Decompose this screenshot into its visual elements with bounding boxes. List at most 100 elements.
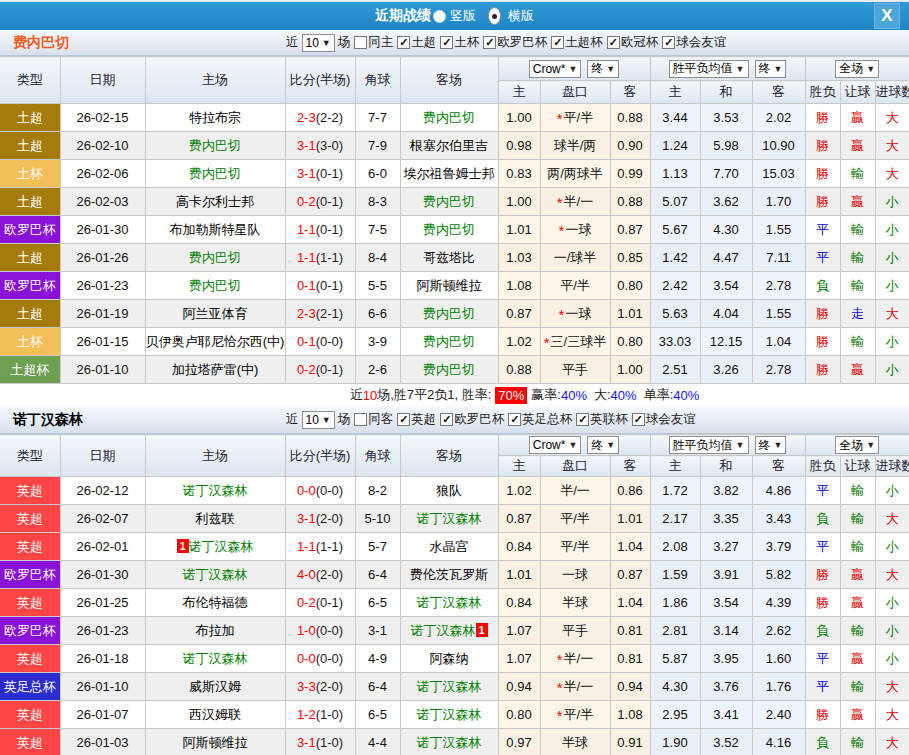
score-cell[interactable]: 3-3(2-0) <box>285 673 355 701</box>
score-cell[interactable]: 0-2(0-1) <box>285 188 355 216</box>
home-team-name[interactable]: 费内巴切 <box>189 166 241 181</box>
checkbox-same-venue[interactable] <box>354 413 367 426</box>
home-team-name[interactable]: 布伦特福德 <box>183 595 248 610</box>
checkbox-league-英联杯[interactable]: ✓ <box>576 413 589 426</box>
final-odds-select[interactable]: 终▼ <box>587 60 619 78</box>
away-team-name[interactable]: 费内巴切 <box>423 306 475 321</box>
away-team-name[interactable]: 诺丁汉森林 <box>417 707 482 722</box>
score-cell[interactable]: 4-0(2-0) <box>285 561 355 589</box>
score-cell[interactable]: 1-1(1-1) <box>285 244 355 272</box>
score-cell[interactable]: 3-1(0-1) <box>285 160 355 188</box>
corners-cell: 4-9 <box>355 645 400 673</box>
col-header-home: 主场 <box>145 57 285 104</box>
away-team-cell: 狼队 <box>400 477 498 505</box>
match-count-select[interactable]: 10▼ <box>302 34 335 52</box>
score-cell[interactable]: 2-3(2-2) <box>285 104 355 132</box>
away-team-name[interactable]: 阿斯顿维拉 <box>417 278 482 293</box>
score-cell[interactable]: 0-0(0-0) <box>285 645 355 673</box>
away-team-name[interactable]: 狼队 <box>436 483 462 498</box>
score-cell[interactable]: 1-1(0-1) <box>285 216 355 244</box>
checkbox-label: 同主 <box>368 34 393 51</box>
away-team-name[interactable]: 诺丁汉森林 <box>417 511 482 526</box>
score-cell[interactable]: 2-3(2-1) <box>285 300 355 328</box>
away-team-name[interactable]: 费内巴切 <box>423 362 475 377</box>
radio-icon[interactable] <box>433 10 446 23</box>
final-avg-select[interactable]: 终▼ <box>755 60 787 78</box>
score-cell[interactable]: 0-2(0-1) <box>285 356 355 384</box>
checkbox-same-venue[interactable] <box>354 36 367 49</box>
home-team-name[interactable]: 诺丁汉森林 <box>183 483 248 498</box>
away-team-name[interactable]: 水晶宫 <box>430 539 469 554</box>
home-team-name[interactable]: 费内巴切 <box>189 250 241 265</box>
home-team-name[interactable]: 利兹联 <box>196 511 235 526</box>
checkbox-league-欧罗巴杯[interactable]: ✓ <box>483 36 496 49</box>
score-cell[interactable]: 0-1(0-1) <box>285 272 355 300</box>
home-team-name[interactable]: 贝伊奥卢耶尼恰尔西(中) <box>146 334 285 349</box>
checkbox-league-土超[interactable]: ✓ <box>397 36 410 49</box>
avg-select[interactable]: 胜平负均值▼ <box>669 60 749 78</box>
fulltime-score: 1-2 <box>297 707 316 722</box>
home-team-name[interactable]: 威斯汉姆 <box>189 679 241 694</box>
home-team-name[interactable]: 诺丁汉森林 <box>183 651 248 666</box>
away-team-name[interactable]: 哥兹塔比 <box>423 250 475 265</box>
home-team-name[interactable]: 特拉布宗 <box>189 110 241 125</box>
score-cell[interactable]: 3-1(1-0) <box>285 729 355 755</box>
away-team-name[interactable]: 费内巴切 <box>423 334 475 349</box>
home-team-name[interactable]: 西汉姆联 <box>189 707 241 722</box>
away-team-name[interactable]: 根塞尔伯里吉 <box>410 138 488 153</box>
fullmatch-select[interactable]: 全场▼ <box>835 60 879 78</box>
score-cell[interactable]: 3-1(2-0) <box>285 505 355 533</box>
away-team-name[interactable]: 诺丁汉森林 <box>417 679 482 694</box>
checkbox-league-欧罗巴杯[interactable]: ✓ <box>440 413 453 426</box>
away-team-name[interactable]: 费伦茨瓦罗斯 <box>410 567 488 582</box>
score-cell[interactable]: 1-0(0-0) <box>285 617 355 645</box>
avg-select[interactable]: 胜平负均值▼ <box>669 436 749 454</box>
away-team-name[interactable]: 费内巴切 <box>423 110 475 125</box>
score-cell[interactable]: 3-1(3-0) <box>285 132 355 160</box>
red-card-badge: 1 <box>177 539 189 553</box>
company-select[interactable]: Crow*▼ <box>529 60 582 78</box>
score-cell[interactable]: 0-1(0-0) <box>285 328 355 356</box>
home-team-name[interactable]: 加拉塔萨雷(中) <box>172 362 259 377</box>
final-avg-select[interactable]: 终▼ <box>755 436 787 454</box>
home-team-name[interactable]: 阿兰亚体育 <box>183 306 248 321</box>
score-cell[interactable]: 1-2(1-0) <box>285 701 355 729</box>
away-team-name[interactable]: 费内巴切 <box>423 194 475 209</box>
home-team-name[interactable]: 高卡尔利士邦 <box>176 194 254 209</box>
home-team-name[interactable]: 费内巴切 <box>189 138 241 153</box>
score-cell[interactable]: 1-1(1-1) <box>285 533 355 561</box>
home-team-name[interactable]: 诺丁汉森林 <box>183 567 248 582</box>
fullmatch-select[interactable]: 全场▼ <box>835 436 879 454</box>
checkbox-league-土超杯[interactable]: ✓ <box>551 36 564 49</box>
checkbox-league-英超[interactable]: ✓ <box>397 413 410 426</box>
match-count-select[interactable]: 10▼ <box>302 411 335 429</box>
home-team-name[interactable]: 诺丁汉森林 <box>189 539 254 554</box>
layout-radio-竖版[interactable]: 竖版 <box>433 7 476 25</box>
handicap-result-cell: 輸 <box>840 617 875 645</box>
away-odds-cell: 0.88 <box>610 188 650 216</box>
home-team-name[interactable]: 布拉加 <box>196 623 235 638</box>
home-team-name[interactable]: 费内巴切 <box>189 278 241 293</box>
company-select[interactable]: Crow*▼ <box>529 436 582 454</box>
radio-icon[interactable] <box>488 7 501 25</box>
away-team-name[interactable]: 费内巴切 <box>423 222 475 237</box>
checkbox-league-英足总杯[interactable]: ✓ <box>508 413 521 426</box>
checkbox-league-球会友谊[interactable]: ✓ <box>662 36 675 49</box>
score-cell[interactable]: 0-2(0-1) <box>285 589 355 617</box>
checkbox-league-欧冠杯[interactable]: ✓ <box>607 36 620 49</box>
checkbox-league-球会友谊[interactable]: ✓ <box>632 413 645 426</box>
score-cell[interactable]: 0-0(0-0) <box>285 477 355 505</box>
layout-radio-横版[interactable]: 横版 <box>485 7 534 25</box>
checkbox-league-土杯[interactable]: ✓ <box>440 36 453 49</box>
away-team-name[interactable]: 诺丁汉森林 <box>417 595 482 610</box>
col-header-avg_away: 客 <box>752 81 805 104</box>
away-team-name[interactable]: 诺丁汉森林 <box>411 623 476 638</box>
final-odds-select[interactable]: 终▼ <box>587 436 619 454</box>
away-team-name[interactable]: 诺丁汉森林 <box>417 735 482 750</box>
away-team-cell: 费伦茨瓦罗斯 <box>400 561 498 589</box>
away-team-name[interactable]: 埃尔祖鲁姆士邦 <box>404 166 495 181</box>
away-team-name[interactable]: 阿森纳 <box>430 651 469 666</box>
home-team-name[interactable]: 布加勒斯特星队 <box>170 222 261 237</box>
home-team-name[interactable]: 阿斯顿维拉 <box>183 735 248 750</box>
close-button[interactable]: X <box>874 3 900 29</box>
